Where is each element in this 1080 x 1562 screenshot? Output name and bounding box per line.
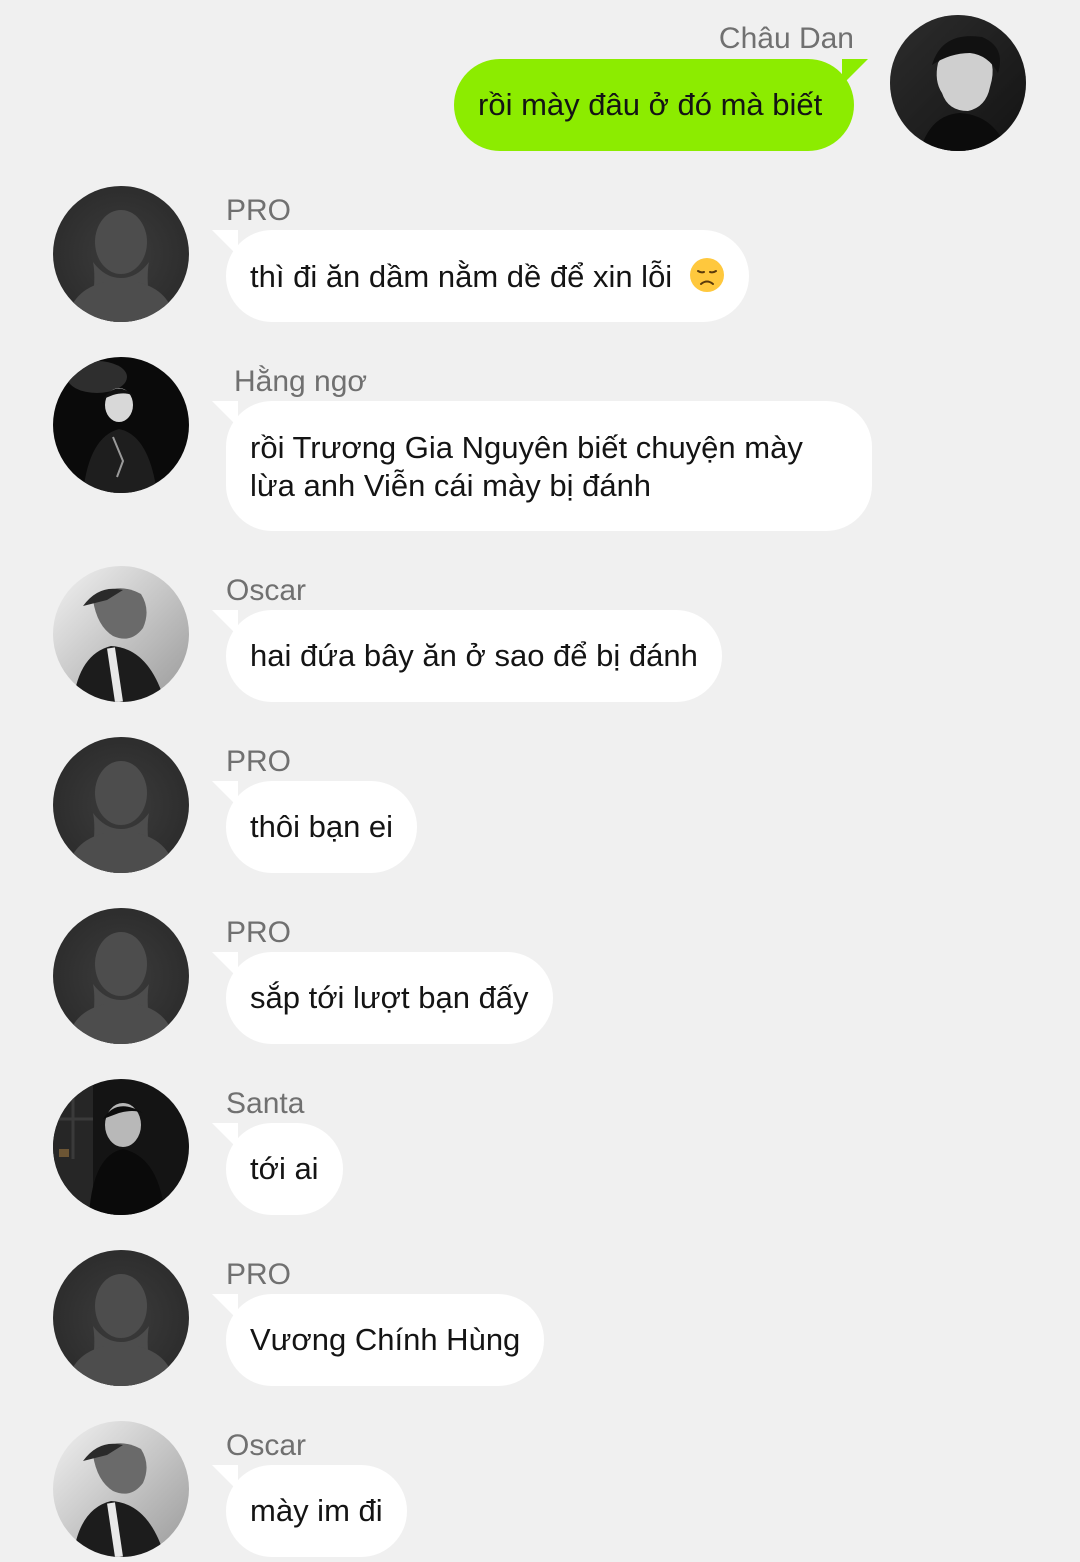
sender-name: Oscar	[226, 1429, 307, 1462]
user-avatar-pro[interactable]	[53, 1250, 189, 1386]
bubble-tail	[212, 952, 238, 978]
sender-name: Oscar	[226, 574, 307, 607]
message-bubble[interactable]: mày im đi	[212, 1465, 407, 1557]
user-avatar-oscar[interactable]	[53, 566, 189, 702]
bubble-tail	[842, 59, 868, 85]
bubble-tail	[212, 781, 238, 807]
user-avatar-pro[interactable]	[53, 908, 189, 1044]
default-avatar-icon	[53, 1250, 189, 1386]
user-avatar-pro[interactable]	[53, 737, 189, 873]
message-bubble[interactable]: thì đi ăn dầm nằm dề để xin lỗi	[212, 230, 749, 322]
message-text: thôi bạn ei	[250, 809, 394, 844]
message-bubble[interactable]: hai đứa bây ăn ở sao để bị đánh	[212, 610, 722, 702]
message-text: rồi Trương Gia Nguyên biết chuyện mày lừ…	[250, 430, 803, 503]
bubble-tail	[212, 1294, 238, 1320]
sender-name: PRO	[226, 745, 292, 778]
bubble-tail	[212, 1123, 238, 1149]
message-bubble[interactable]: thôi bạn ei	[212, 781, 418, 873]
disappointed-face-emoji-icon	[689, 258, 724, 292]
bubble-tail	[212, 401, 238, 427]
user-avatar-pro[interactable]	[53, 186, 189, 322]
photo-avatar-icon	[53, 1079, 189, 1215]
photo-avatar-icon	[53, 357, 189, 493]
message-text: hai đứa bây ăn ở sao để bị đánh	[250, 638, 698, 673]
default-avatar-icon	[53, 737, 189, 873]
default-avatar-icon	[53, 186, 189, 322]
bubble-tail	[212, 230, 238, 256]
message-text: thì đi ăn dầm nằm dề để xin lỗi	[250, 259, 673, 294]
bubble-tail	[212, 610, 238, 636]
message-text: tới ai	[250, 1151, 319, 1186]
message-text: rồi mày đâu ở đó mà biết	[478, 87, 823, 122]
bubble-tail	[212, 1465, 238, 1491]
message-bubble[interactable]: sắp tới lượt bạn đấy	[212, 952, 553, 1044]
message-bubble-outgoing[interactable]: rồi mày đâu ở đó mà biết	[454, 59, 868, 151]
sender-name: Châu Dan	[718, 22, 854, 55]
sender-name: PRO	[226, 1258, 292, 1291]
message-text: Vương Chính Hùng	[250, 1322, 521, 1357]
user-avatar-chau-dan[interactable]	[890, 15, 1026, 151]
message-bubble[interactable]: rồi Trương Gia Nguyên biết chuyện mày lừ…	[212, 401, 872, 531]
default-avatar-icon	[53, 908, 189, 1044]
message-text: mày im đi	[250, 1493, 383, 1528]
message-bubble[interactable]: Vương Chính Hùng	[212, 1294, 545, 1386]
user-avatar-hang-ngo[interactable]	[53, 357, 189, 493]
sender-name: PRO	[226, 916, 292, 949]
message-bubble[interactable]: tới ai	[212, 1123, 343, 1215]
user-avatar-santa[interactable]	[53, 1079, 189, 1215]
photo-avatar-icon	[53, 566, 189, 702]
sender-name: PRO	[226, 194, 292, 227]
message-text: sắp tới lượt bạn đấy	[250, 980, 529, 1015]
sender-name: Santa	[226, 1087, 305, 1120]
sender-name: Hằng ngơ	[234, 365, 368, 398]
user-avatar-oscar[interactable]	[53, 1421, 189, 1557]
photo-avatar-icon	[53, 1421, 189, 1557]
photo-avatar-icon	[890, 15, 1026, 151]
